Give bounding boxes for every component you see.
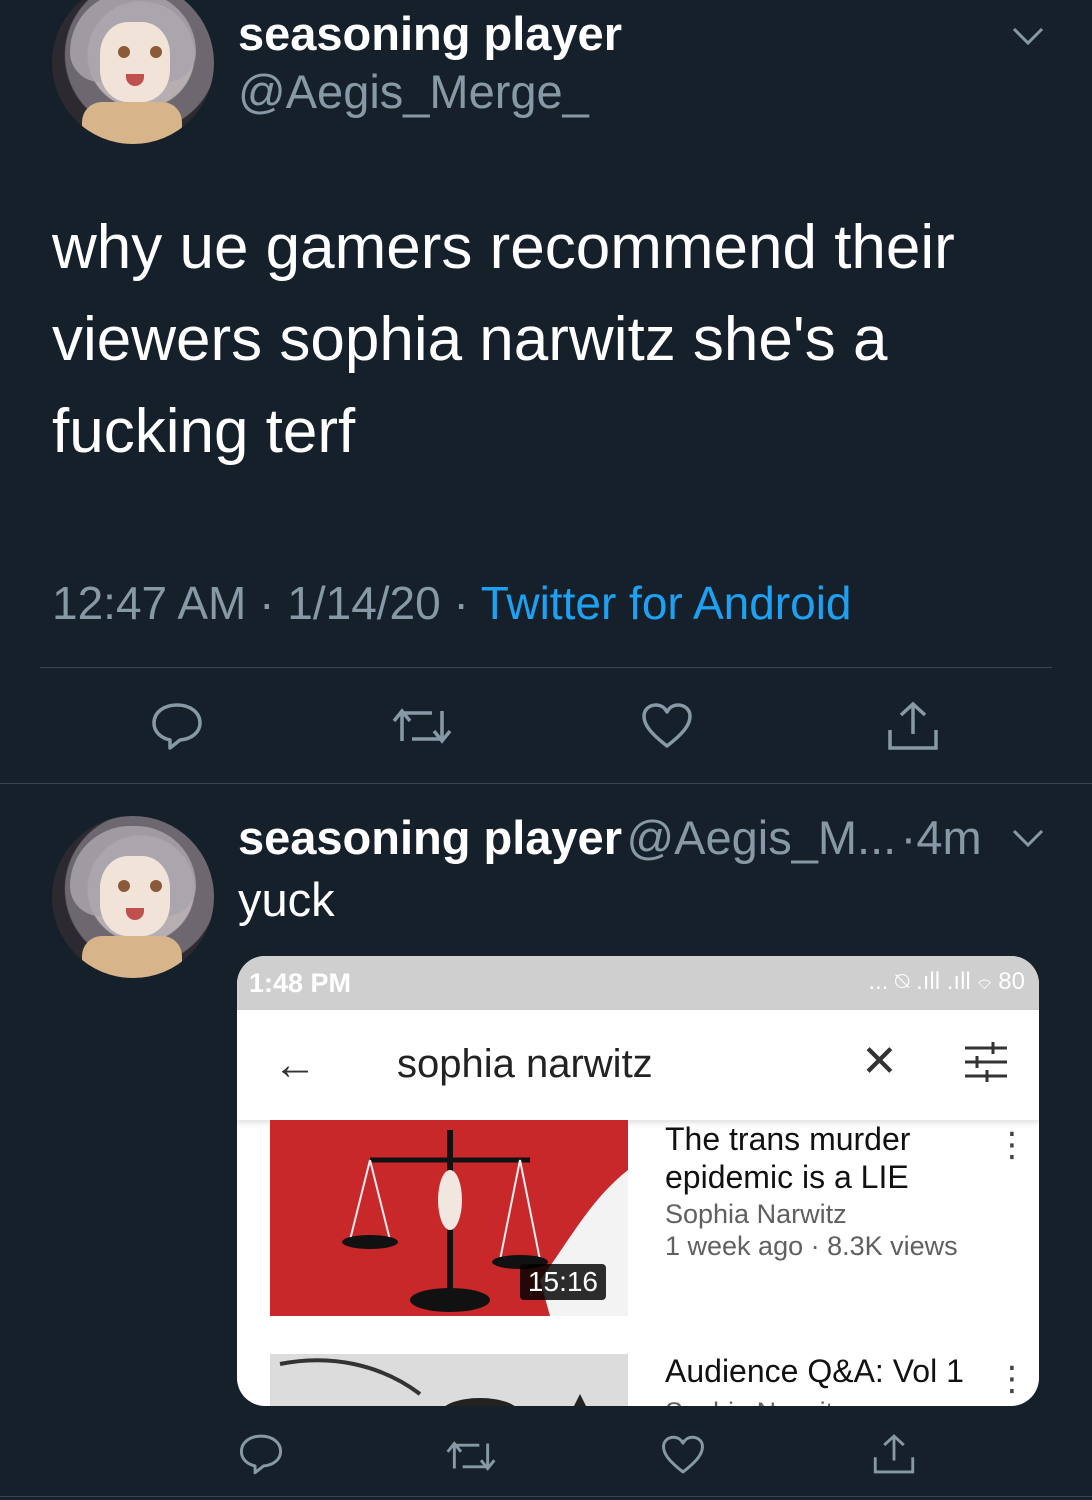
tweet-time: 12:47 AM xyxy=(52,577,247,629)
phone-status-bar: 1:48 PM ... ⍉ .ıll .ıll ⌔ 80 xyxy=(237,956,1039,1010)
close-icon[interactable]: ✕ xyxy=(861,1036,898,1087)
reply-text: yuck xyxy=(238,873,335,926)
more-vertical-icon[interactable]: ⋮ xyxy=(995,1362,1029,1396)
retweet-icon[interactable] xyxy=(392,703,452,749)
divider xyxy=(40,667,1052,668)
author-handle[interactable]: @Aegis_Merge_ xyxy=(238,64,589,119)
video-meta: 1 week ago · 8.3K views xyxy=(665,1231,958,1261)
reply-icon[interactable] xyxy=(238,1432,284,1476)
search-bar: ← sophia narwitz ✕ xyxy=(237,1010,1039,1120)
share-icon[interactable] xyxy=(872,1432,916,1476)
reply-header: seasoning player @Aegis_M... ·4m xyxy=(238,810,982,865)
author-name[interactable]: seasoning player xyxy=(238,6,622,61)
divider xyxy=(0,783,1092,784)
video-thumbnail[interactable] xyxy=(270,1354,628,1406)
retweet-icon[interactable] xyxy=(446,1436,496,1476)
search-query[interactable]: sophia narwitz xyxy=(397,1042,653,1087)
status-icons: ... ⍉ .ıll .ıll ⌔ 80 xyxy=(868,968,1025,995)
meta-separator: · xyxy=(453,577,469,629)
video-channel[interactable]: Sophia Narwitz xyxy=(665,1198,847,1230)
divider xyxy=(0,1496,1092,1497)
tweet-date: 1/14/20 xyxy=(287,577,441,629)
filter-icon[interactable] xyxy=(963,1040,1009,1089)
tweet-age: 4m xyxy=(916,811,982,864)
heart-icon[interactable] xyxy=(661,1434,705,1476)
heart-icon[interactable] xyxy=(641,702,693,750)
chevron-down-icon[interactable] xyxy=(1012,828,1044,848)
tweet-meta: 12:47 AM · 1/14/20 · Twitter for Android xyxy=(52,576,852,630)
attached-image[interactable]: 1:48 PM ... ⍉ .ıll .ıll ⌔ 80 ← sophia na… xyxy=(237,956,1039,1406)
avatar[interactable] xyxy=(52,816,214,978)
more-vertical-icon[interactable]: ⋮ xyxy=(995,1128,1029,1162)
back-arrow-icon[interactable]: ← xyxy=(273,1040,317,1090)
share-icon[interactable] xyxy=(886,700,940,752)
status-time: 1:48 PM xyxy=(249,968,352,998)
video-duration: 15:16 xyxy=(519,1264,606,1300)
chevron-down-icon[interactable] xyxy=(1012,26,1044,46)
author-name[interactable]: seasoning player xyxy=(238,811,622,864)
video-title[interactable]: The trans murder epidemic is a LIE xyxy=(665,1120,985,1196)
video-channel[interactable]: Sophia Narwitz xyxy=(665,1396,847,1406)
avatar[interactable] xyxy=(52,0,214,144)
meta-separator: · xyxy=(259,577,275,629)
tweet-text: why ue gamers recommend their viewers so… xyxy=(52,213,955,466)
author-handle[interactable]: @Aegis_M... xyxy=(626,811,896,864)
tweet-source-link[interactable]: Twitter for Android xyxy=(481,577,852,629)
video-title[interactable]: Audience Q&A: Vol 1 xyxy=(665,1352,985,1390)
reply-icon[interactable] xyxy=(150,701,204,751)
video-thumbnail[interactable]: 15:16 xyxy=(270,1120,628,1316)
age-separator: · xyxy=(900,811,917,864)
